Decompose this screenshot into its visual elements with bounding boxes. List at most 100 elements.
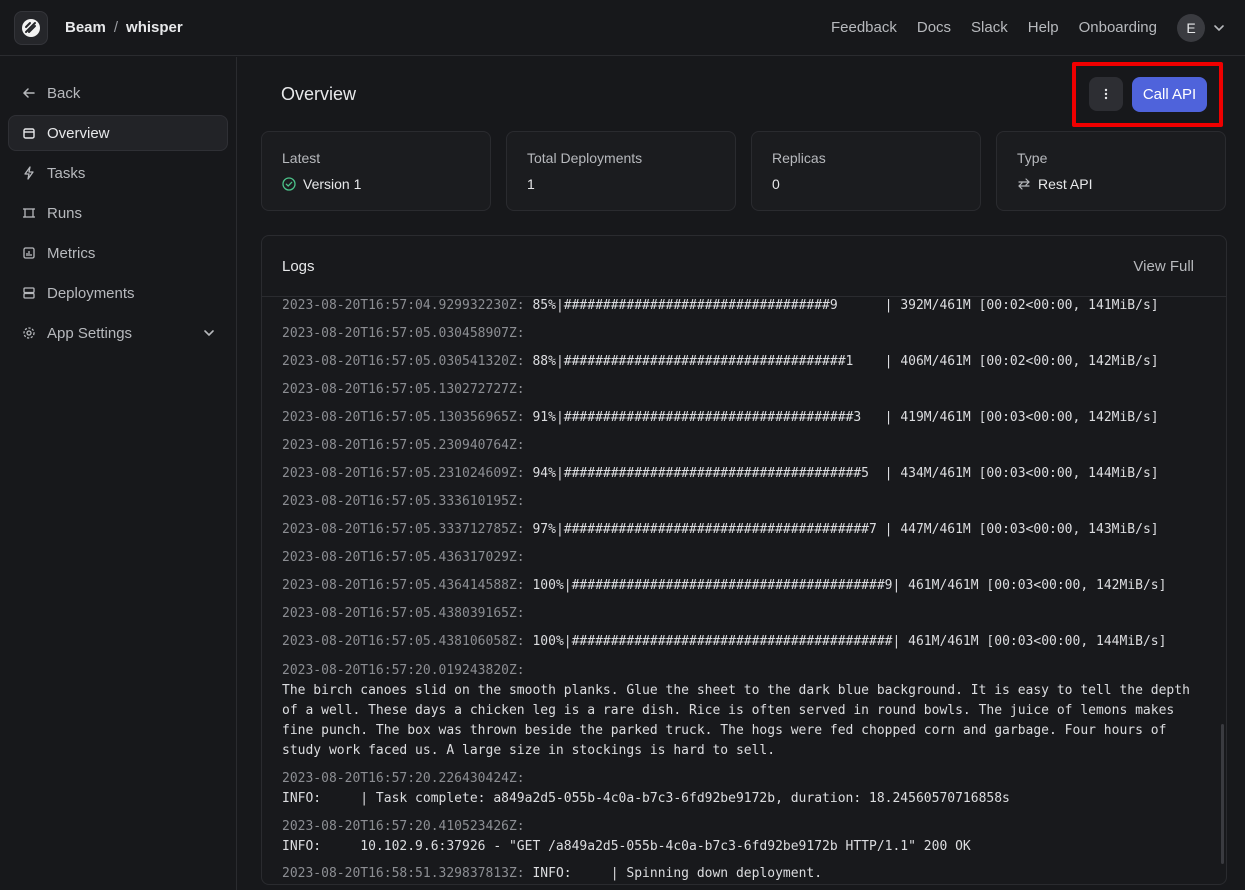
log-timestamp: 2023-08-20T16:57:05.231024609Z: [282, 466, 525, 481]
card-value: Version 1 [282, 176, 470, 192]
summary-cards: Latest Version 1 Total Deployments 1 Rep… [261, 131, 1226, 211]
log-message: INFO: | Spinning down deployment. [524, 866, 823, 881]
log-line: 2023-08-20T16:58:51.329837813Z: INFO: | … [282, 865, 1206, 884]
main-content: Overview Call API Latest Version 1 Total… [237, 57, 1245, 890]
logs-title: Logs [282, 257, 315, 275]
log-line: 2023-08-20T16:57:05.436414588Z: 100%|###… [282, 577, 1206, 605]
log-timestamp: 2023-08-20T16:57:20.410523426Z: [282, 819, 525, 834]
card-label: Latest [282, 150, 321, 166]
top-bar: Beam / whisper Feedback Docs Slack Help … [0, 0, 1245, 56]
log-timestamp: 2023-08-20T16:57:20.019243820Z: [282, 663, 525, 678]
breadcrumb-org[interactable]: Beam [65, 19, 106, 36]
log-line: 2023-08-20T16:57:05.130272727Z: [282, 381, 1206, 409]
sidebar-item-deployments[interactable]: Deployments [8, 275, 228, 311]
logs-body[interactable]: 2023-08-20T16:57:04.929932230Z: 85%|####… [262, 297, 1226, 884]
chevron-down-icon[interactable] [203, 327, 215, 339]
nav-slack-link[interactable]: Slack [971, 19, 1008, 36]
avatar[interactable]: E [1177, 13, 1205, 42]
log-line: 2023-08-20T16:57:05.030541320Z: 88%|####… [282, 353, 1206, 381]
log-line: 2023-08-20T16:57:04.929932230Z: 85%|####… [282, 297, 1206, 325]
log-timestamp: 2023-08-20T16:57:05.030458907Z: [282, 326, 525, 341]
gear-icon [21, 325, 37, 341]
log-line: 2023-08-20T16:57:05.231024609Z: 94%|####… [282, 465, 1206, 493]
swap-arrows-icon [1017, 177, 1031, 191]
log-message: INFO: 10.102.9.6:37926 - "GET /a849a2d5-… [282, 839, 971, 854]
log-line: 2023-08-20T16:57:05.130356965Z: 91%|####… [282, 409, 1206, 437]
sidebar-item-label: Runs [47, 204, 83, 222]
breadcrumb: Beam / whisper [65, 19, 183, 36]
logs-scrollbar[interactable] [1221, 724, 1224, 864]
breadcrumb-app[interactable]: whisper [126, 19, 183, 36]
log-entry: 2023-08-20T16:57:20.410523426Z: INFO: 10.… [282, 817, 1206, 857]
log-line: 2023-08-20T16:57:05.030458907Z: [282, 325, 1206, 353]
sidebar-item-label: Overview [47, 124, 110, 142]
arrow-left-icon [21, 85, 37, 101]
sidebar-item-metrics[interactable]: Metrics [8, 235, 228, 271]
calendar-icon [21, 125, 37, 141]
log-timestamp: 2023-08-20T16:57:05.438039165Z: [282, 606, 525, 621]
card-total-deployments: Total Deployments 1 [506, 131, 736, 211]
log-timestamp: 2023-08-20T16:57:04.929932230Z: [282, 298, 525, 313]
chevron-down-icon[interactable] [1213, 22, 1225, 34]
card-value: 1 [527, 176, 535, 192]
sidebar-item-label: App Settings [47, 324, 133, 342]
log-blocks: 2023-08-20T16:57:20.019243820Z: The birch… [282, 661, 1206, 857]
sidebar-item-overview[interactable]: Overview [8, 115, 228, 151]
sidebar-item-label: Tasks [47, 164, 86, 182]
nav-onboarding-link[interactable]: Onboarding [1079, 19, 1157, 36]
log-message: The birch canoes slid on the smooth plan… [282, 683, 1190, 758]
card-value: Rest API [1017, 176, 1205, 192]
beam-logo[interactable] [14, 10, 48, 45]
logs-panel: Logs View Full 2023-08-20T16:57:04.92993… [261, 235, 1227, 885]
log-timestamp: 2023-08-20T16:57:05.130356965Z: [282, 410, 525, 425]
card-label: Replicas [772, 150, 826, 166]
log-timestamp: 2023-08-20T16:57:05.333712785Z: [282, 522, 525, 537]
log-timestamp: 2023-08-20T16:57:05.230940764Z: [282, 438, 525, 453]
check-circle-icon [282, 177, 296, 191]
sidebar-item-label: Metrics [47, 244, 96, 262]
log-entry: 2023-08-20T16:57:20.019243820Z: The birch… [282, 661, 1206, 761]
log-entry: 2023-08-20T16:57:20.226430424Z: INFO: | T… [282, 769, 1206, 809]
log-message: 91%|####################################… [524, 410, 1159, 425]
log-message: 97%|####################################… [524, 522, 1159, 537]
log-line: 2023-08-20T16:57:05.438039165Z: [282, 605, 1206, 633]
log-line: 2023-08-20T16:57:05.333712785Z: 97%|####… [282, 521, 1206, 549]
log-line: 2023-08-20T16:57:05.438106058Z: 100%|###… [282, 633, 1206, 661]
log-timestamp: 2023-08-20T16:57:05.436414588Z: [282, 578, 525, 593]
sidebar-item-label: Deployments [47, 284, 135, 302]
card-replicas: Replicas 0 [751, 131, 981, 211]
log-message: 94%|####################################… [524, 466, 1159, 481]
log-timestamp: 2023-08-20T16:57:05.436317029Z: [282, 550, 525, 565]
nav-feedback-link[interactable]: Feedback [831, 19, 897, 36]
call-api-button[interactable]: Call API [1132, 77, 1207, 112]
nav-help-link[interactable]: Help [1028, 19, 1059, 36]
log-lines: 2023-08-20T16:57:04.929932230Z: 85%|####… [282, 297, 1206, 661]
bolt-icon [21, 165, 37, 181]
log-message: 100%|###################################… [524, 634, 1167, 649]
log-line: 2023-08-20T16:57:05.333610195Z: [282, 493, 1206, 521]
card-value: 0 [772, 176, 780, 192]
more-vertical-icon [1104, 88, 1108, 100]
card-type: Type Rest API [996, 131, 1226, 211]
log-timestamp: 2023-08-20T16:57:05.333610195Z: [282, 494, 525, 509]
latest-version[interactable]: Version 1 [303, 176, 361, 192]
sidebar-item-runs[interactable]: Runs [8, 195, 228, 231]
page-title: Overview [281, 84, 357, 104]
log-timestamp: 2023-08-20T16:57:05.130272727Z: [282, 382, 525, 397]
sidebar-item-back[interactable]: Back [8, 75, 228, 111]
sidebar: Back Overview Tasks Runs Metrics Deploym… [0, 57, 237, 890]
top-nav: Feedback Docs Slack Help Onboarding E [811, 13, 1231, 42]
log-line: 2023-08-20T16:57:05.230940764Z: [282, 437, 1206, 465]
nav-docs-link[interactable]: Docs [917, 19, 951, 36]
log-line: 2023-08-20T16:57:05.436317029Z: [282, 549, 1206, 577]
card-latest: Latest Version 1 [261, 131, 491, 211]
view-full-button[interactable]: View Full [1133, 258, 1206, 275]
log-message: 88%|####################################… [524, 354, 1159, 369]
log-message: 100%|###################################… [524, 578, 1167, 593]
sidebar-item-app-settings[interactable]: App Settings [8, 315, 228, 351]
beam-logo-icon [22, 18, 40, 37]
sidebar-item-tasks[interactable]: Tasks [8, 155, 228, 191]
log-message: 85%|##################################9 … [524, 298, 1159, 313]
sidebar-item-label: Back [47, 84, 81, 102]
more-options-button[interactable] [1089, 77, 1123, 111]
